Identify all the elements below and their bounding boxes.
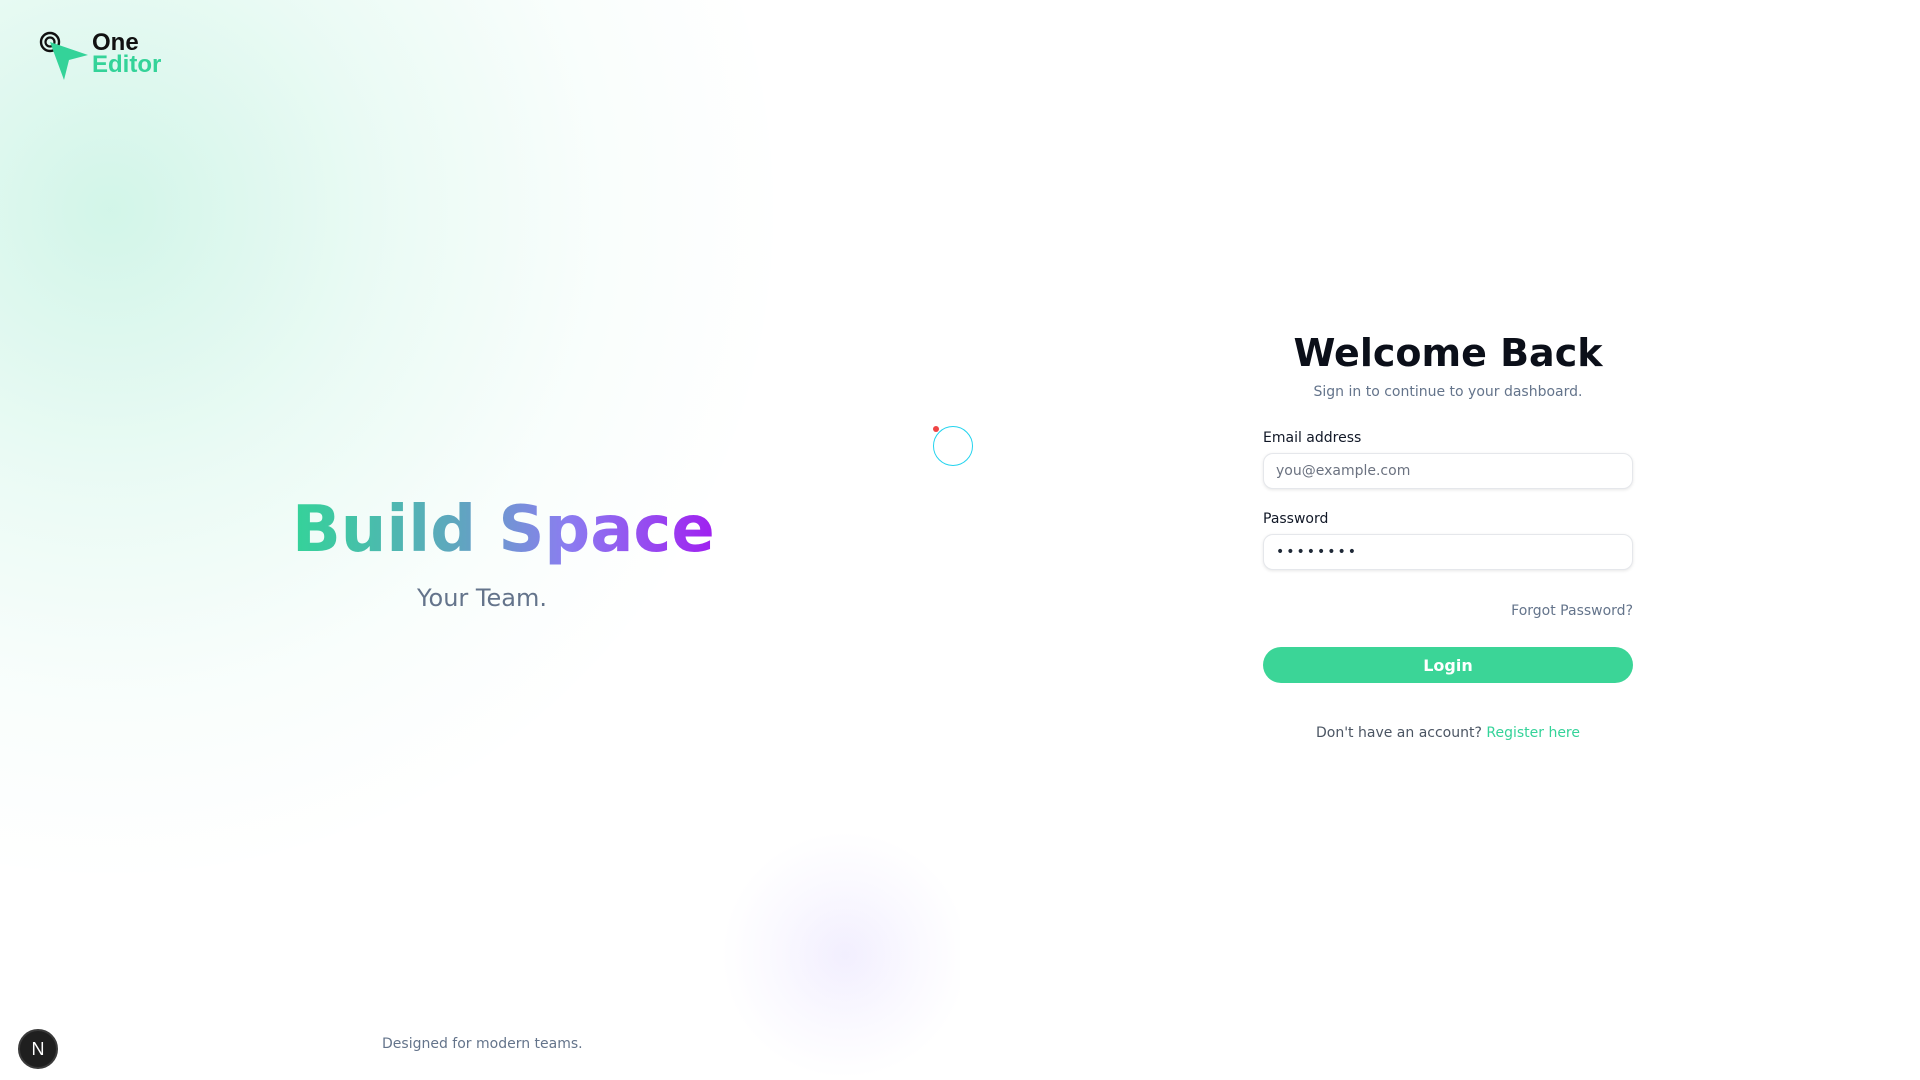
loading-spinner-icon (933, 426, 973, 466)
register-prompt: Don't have an account? (1315, 725, 1487, 741)
forgot-row: Forgot Password? (1263, 600, 1633, 619)
brand-logo[interactable]: One Editor (38, 30, 161, 82)
login-button[interactable]: Login (1263, 647, 1633, 683)
email-field[interactable] (1263, 453, 1633, 489)
password-field[interactable] (1263, 534, 1633, 570)
hero-section: Build Space Your Team. (292, 490, 715, 612)
forgot-password-link[interactable]: Forgot Password? (1511, 603, 1633, 619)
brand-wordmark: One Editor (92, 30, 162, 78)
cursor-arrow-icon (39, 31, 88, 80)
login-form: Welcome Back Sign in to continue to your… (1263, 330, 1633, 741)
register-row: Don't have an account? Register here (1263, 725, 1633, 741)
register-link[interactable]: Register here (1486, 725, 1580, 741)
password-label: Password (1263, 511, 1329, 527)
brand-line-two: Editor (92, 51, 162, 78)
login-title: Welcome Back (1293, 331, 1603, 375)
footer-tagline: Designed for modern teams. (382, 1036, 583, 1052)
login-subtitle: Sign in to continue to your dashboard. (1313, 384, 1583, 400)
hero-title: Build Space (292, 490, 715, 570)
background-glow-purple (720, 830, 960, 1080)
spinner-indicator-dot (933, 426, 939, 432)
email-label: Email address (1263, 430, 1362, 446)
dev-tools-badge[interactable]: N (18, 1029, 58, 1069)
hero-subtitle: Your Team. (417, 584, 547, 612)
